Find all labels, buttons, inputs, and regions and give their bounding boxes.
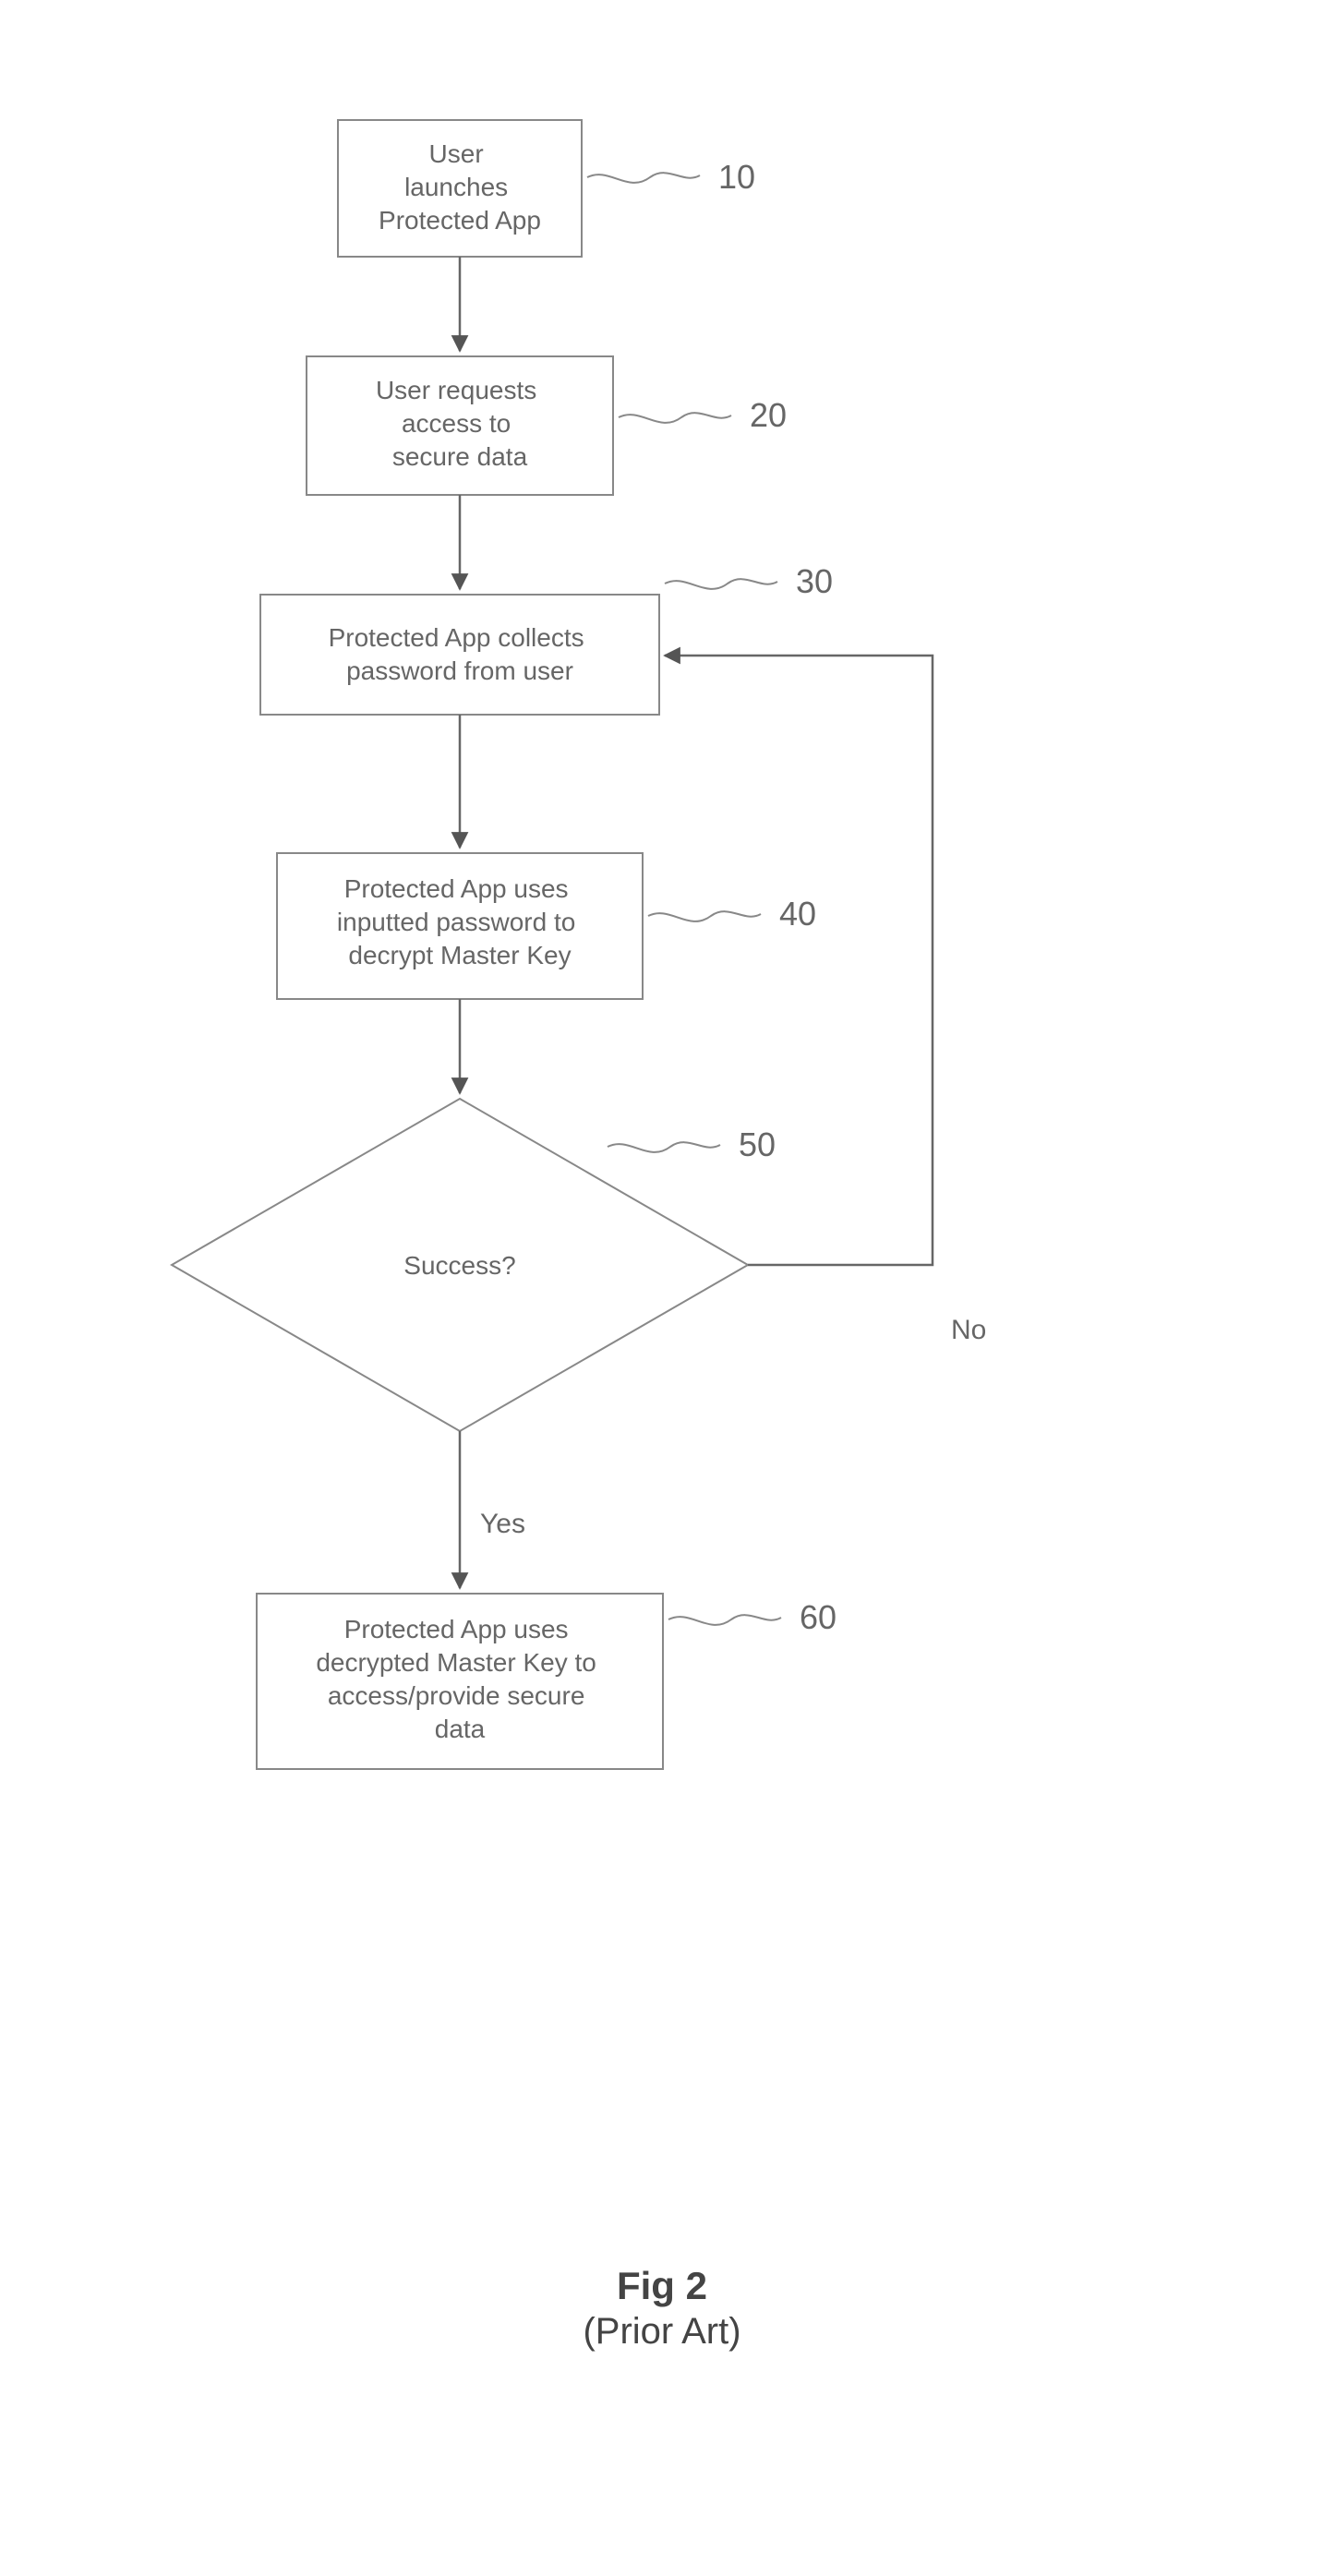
node-60-line3: access/provide secure xyxy=(328,1681,585,1710)
node-40-ref: 40 xyxy=(779,895,816,933)
node-30-line2: password from user xyxy=(346,656,573,685)
flowchart-diagram: User launches Protected App 10 User requ… xyxy=(0,0,1324,2576)
node-30: Protected App collects password from use… xyxy=(260,562,833,715)
node-50-line1: Success? xyxy=(403,1251,515,1280)
node-60-line4: data xyxy=(435,1715,486,1743)
ref-squiggle-20 xyxy=(619,413,731,423)
node-50-ref: 50 xyxy=(739,1125,776,1163)
node-40: Protected App uses inputted password to … xyxy=(277,853,816,999)
ref-squiggle-30 xyxy=(665,579,777,589)
node-40-line3: decrypt Master Key xyxy=(348,941,571,969)
node-10: User launches Protected App 10 xyxy=(338,120,755,257)
node-60: Protected App uses decrypted Master Key … xyxy=(257,1594,837,1769)
node-60-ref: 60 xyxy=(800,1598,837,1636)
node-10-line3: Protected App xyxy=(379,206,541,235)
figure-title: Fig 2 xyxy=(617,2264,707,2307)
node-30-line1: Protected App collects xyxy=(329,623,584,652)
node-10-line2: launches xyxy=(404,173,508,201)
node-10-line1: User xyxy=(429,139,484,168)
node-10-ref: 10 xyxy=(718,158,755,196)
ref-squiggle-50 xyxy=(608,1142,720,1152)
edge-label-no: No xyxy=(951,1315,986,1345)
node-20-line2: access to xyxy=(402,409,511,438)
node-20-line1: User requests xyxy=(376,376,536,404)
edge-label-yes: Yes xyxy=(480,1509,525,1539)
node-60-line1: Protected App uses xyxy=(344,1615,569,1643)
node-20: User requests access to secure data 20 xyxy=(307,356,787,495)
ref-squiggle-60 xyxy=(668,1615,781,1625)
node-20-line3: secure data xyxy=(392,442,528,471)
node-40-line2: inputted password to xyxy=(337,908,575,936)
node-40-line1: Protected App uses xyxy=(344,874,569,903)
figure-subtitle: (Prior Art) xyxy=(583,2311,740,2352)
svg-text:Protected App uses input: Protected App uses inputted password to … xyxy=(337,874,583,969)
node-20-ref: 20 xyxy=(750,396,787,434)
connector-50-30-no xyxy=(665,656,933,1265)
node-60-line2: decrypted Master Key to xyxy=(316,1648,596,1677)
ref-squiggle-10 xyxy=(587,173,700,183)
node-30-ref: 30 xyxy=(796,562,833,600)
svg-text:Success?: Success? xyxy=(403,1251,515,1280)
node-50-decision: Success? 50 xyxy=(172,1099,776,1431)
ref-squiggle-40 xyxy=(648,911,761,921)
